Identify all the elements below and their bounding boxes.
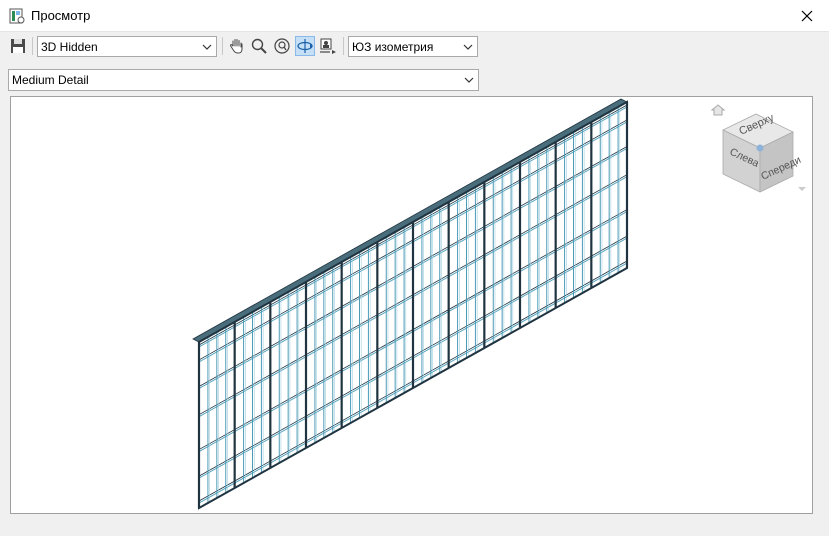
view-orientation-dropdown[interactable]: ЮЗ изометрия bbox=[348, 36, 478, 57]
orbit-icon bbox=[297, 39, 313, 53]
chevron-down-icon bbox=[462, 72, 476, 87]
save-button[interactable] bbox=[8, 36, 28, 56]
visual-style-dropdown[interactable]: 3D Hidden bbox=[37, 36, 217, 57]
detail-level-dropdown[interactable]: Medium Detail bbox=[8, 69, 479, 91]
chevron-down-icon bbox=[200, 39, 214, 54]
close-button[interactable] bbox=[785, 0, 829, 31]
chevron-down-icon bbox=[461, 39, 475, 54]
app-icon bbox=[9, 8, 25, 24]
window-title: Просмотр bbox=[31, 8, 91, 23]
view-orientation-value: ЮЗ изометрия bbox=[352, 40, 434, 54]
pan-button[interactable] bbox=[227, 36, 247, 56]
close-icon bbox=[801, 10, 813, 21]
status-bar bbox=[0, 516, 829, 536]
zoom-button[interactable] bbox=[249, 36, 269, 56]
save-icon bbox=[11, 39, 25, 53]
zoom-region-button[interactable] bbox=[272, 36, 292, 56]
visual-style-value: 3D Hidden bbox=[41, 40, 98, 54]
viewcube[interactable]: Сверху Слева Спереди bbox=[708, 102, 808, 202]
toolbar: 3D Hidden ЮЗ изометрия bbox=[0, 33, 829, 61]
zoom-region-icon bbox=[274, 38, 290, 54]
title-bar: Просмотр bbox=[0, 0, 829, 32]
3d-viewport[interactable]: Сверху Слева Спереди bbox=[10, 96, 813, 514]
zoom-icon bbox=[251, 38, 267, 54]
pan-icon bbox=[230, 39, 243, 54]
camera-icon bbox=[320, 38, 336, 54]
camera-button[interactable] bbox=[318, 36, 338, 56]
detail-level-value: Medium Detail bbox=[12, 73, 89, 87]
curtain-wall-model bbox=[192, 98, 629, 510]
orbit-button[interactable] bbox=[295, 36, 315, 56]
